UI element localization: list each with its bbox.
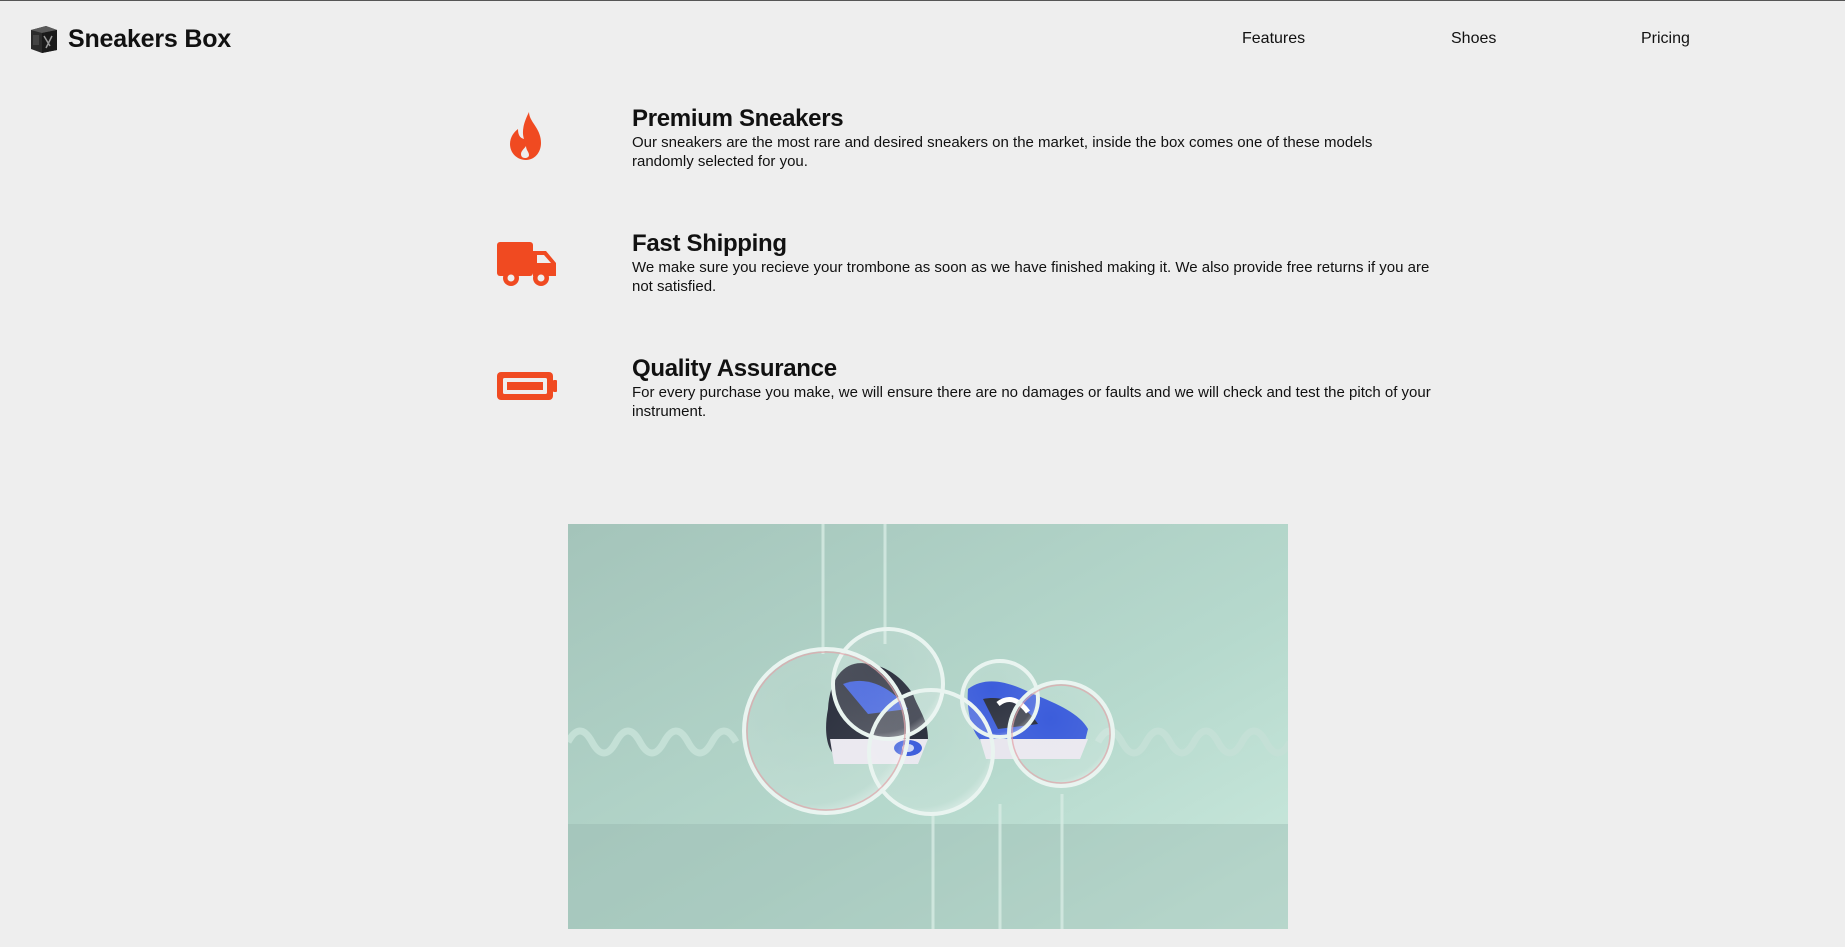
feature-quality-assurance: Quality Assurance For every purchase you… [496, 355, 1436, 445]
feature-title: Premium Sneakers [632, 105, 844, 132]
feature-title: Quality Assurance [632, 355, 837, 382]
site-header: Sneakers Box Features Shoes Pricing [0, 0, 1845, 78]
feature-title: Fast Shipping [632, 230, 787, 257]
feature-description: For every purchase you make, we will ens… [632, 384, 1431, 420]
nav-link-pricing[interactable]: Pricing [1641, 30, 1690, 48]
nav-link-shoes[interactable]: Shoes [1451, 30, 1496, 48]
shoebox-logo-icon [31, 26, 57, 53]
feature-description: We make sure you recieve your trombone a… [632, 259, 1430, 295]
feature-description: Our sneakers are the most rare and desir… [632, 134, 1373, 170]
feature-premium-sneakers: Premium Sneakers Our sneakers are the mo… [496, 105, 1436, 195]
brand-name: Sneakers Box [68, 24, 231, 53]
sneaker-bubbles-illustration [568, 524, 1288, 929]
feature-fast-shipping: Fast Shipping We make sure you recieve y… [496, 230, 1436, 320]
nav-link-features[interactable]: Features [1242, 30, 1305, 48]
promo-video[interactable] [568, 524, 1288, 929]
fire-icon [496, 105, 558, 167]
battery-icon [496, 355, 558, 417]
truck-icon [496, 230, 558, 292]
brand-logo[interactable]: Sneakers Box [28, 24, 231, 54]
